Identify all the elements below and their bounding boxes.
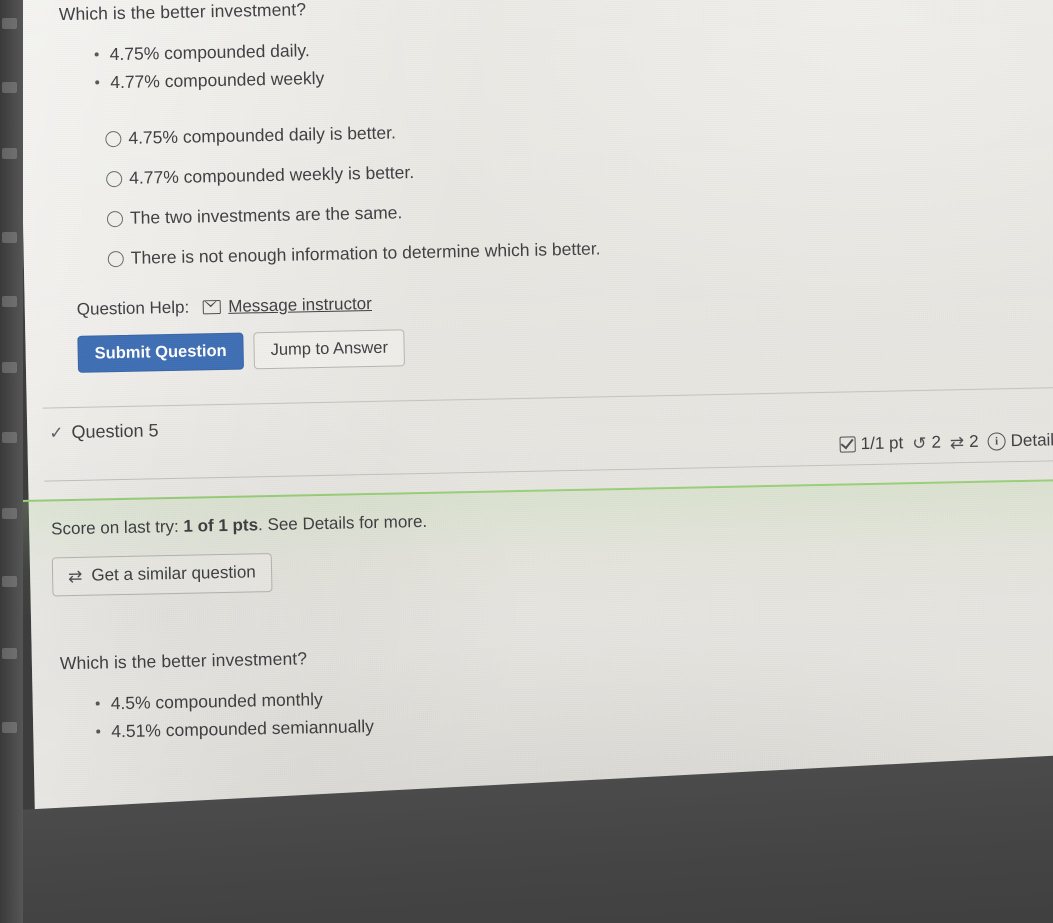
radio-circle-icon[interactable] <box>106 210 124 228</box>
quiz-page: Which is the better investment? 4.75% co… <box>18 0 1053 872</box>
attempts-count: 2 <box>931 433 942 453</box>
undo-arrow-icon: ↺ <box>912 433 927 454</box>
question-5-block: ✓ Question 5 1/1 pt ↺ 2 ⇄ 2 i Details Sc… <box>20 387 1053 747</box>
score-on-last-try: Score on last try: 1 of 1 pts. See Detai… <box>51 499 1053 540</box>
question-5-prompt: Which is the better investment? <box>59 648 308 674</box>
radio-option-4[interactable]: There is not enough information to deter… <box>64 229 1053 270</box>
score-suffix: . See Details for more. <box>257 512 428 535</box>
screen-photo: Which is the better investment? 4.75% co… <box>0 0 1053 923</box>
sidebar-ghost-icon <box>2 576 17 587</box>
radio-option-1[interactable]: 4.75% compounded daily is better. <box>61 109 1053 150</box>
sidebar-ghost-icon <box>2 432 17 443</box>
points-badge: 1/1 pt <box>839 433 904 455</box>
sidebar-ghost-icon <box>2 232 17 243</box>
sidebar-ghost-icon <box>2 82 17 93</box>
retries-badge: ⇄ 2 <box>950 432 979 453</box>
checked-box-icon <box>839 436 856 454</box>
retries-count: 2 <box>968 432 979 452</box>
sidebar-ghost-icon <box>2 296 17 307</box>
score-value: 1 of 1 pts <box>183 515 259 537</box>
question-5-body: Which is the better investment? 4.5% com… <box>48 632 1053 747</box>
get-similar-question-label: Get a similar question <box>91 562 256 586</box>
get-similar-question-button[interactable]: ⇄ Get a similar question <box>51 553 273 597</box>
check-icon: ✓ <box>49 423 64 443</box>
radio-option-label: The two investments are the same. <box>129 202 403 229</box>
question-5-title-group: ✓ Question 5 <box>49 421 159 444</box>
attempts-badge: ↺ 2 <box>912 433 941 454</box>
question-top-block: Which is the better investment? 4.75% co… <box>59 0 1053 374</box>
radio-option-2[interactable]: 4.77% compounded weekly is better. <box>62 149 1053 190</box>
envelope-icon <box>203 300 222 315</box>
radio-option-label: There is not enough information to deter… <box>130 238 601 269</box>
details-link[interactable]: i Details <box>987 431 1053 453</box>
question-help-label: Question Help: <box>76 297 190 320</box>
info-circle-icon: i <box>987 432 1006 452</box>
swap-arrows-icon: ⇄ <box>949 433 965 453</box>
radio-option-label: 4.77% compounded weekly is better. <box>128 162 415 189</box>
points-label: 1/1 pt <box>860 433 904 454</box>
sidebar-ghost-icon <box>2 362 17 373</box>
radio-circle-icon[interactable] <box>105 130 122 148</box>
message-instructor-label: Message instructor <box>228 294 372 317</box>
collapsed-sidebar-strip[interactable] <box>0 0 23 923</box>
question-actions: Submit Question Jump to Answer <box>65 316 1053 374</box>
question-5-title: Question 5 <box>71 420 159 443</box>
sidebar-ghost-icon <box>2 648 17 659</box>
message-instructor-link[interactable]: Message instructor <box>203 294 372 317</box>
submit-question-button[interactable]: Submit Question <box>77 332 245 374</box>
question-prompt: Which is the better investment? <box>58 0 307 25</box>
jump-to-answer-button[interactable]: Jump to Answer <box>253 329 406 370</box>
sidebar-ghost-icon <box>2 18 17 29</box>
score-prefix: Score on last try: <box>51 517 184 539</box>
radio-option-label: 4.75% compounded daily is better. <box>128 122 397 149</box>
radio-circle-icon[interactable] <box>107 250 124 268</box>
score-banner: Score on last try: 1 of 1 pts. See Detai… <box>20 479 1053 618</box>
question-5-meta: 1/1 pt ↺ 2 ⇄ 2 i Details <box>839 402 1053 455</box>
question-5-given-rates: 4.5% compounded monthly 4.51% compounded… <box>60 670 1053 747</box>
details-label: Details <box>1010 430 1053 451</box>
radio-circle-icon[interactable] <box>106 170 123 188</box>
radio-option-3[interactable]: The two investments are the same. <box>63 189 1053 230</box>
swap-arrows-icon: ⇄ <box>67 566 83 587</box>
sidebar-ghost-icon <box>2 148 17 159</box>
question-help-row: Question Help: Message instructor <box>65 280 1053 320</box>
sidebar-ghost-icon <box>2 722 17 733</box>
question-5-header: ✓ Question 5 1/1 pt ↺ 2 ⇄ 2 i Details <box>43 388 1053 471</box>
given-rates-list: 4.75% compounded daily. 4.77% compounded… <box>59 21 1053 98</box>
answer-choices: 4.75% compounded daily is better. 4.77% … <box>61 109 1053 270</box>
sidebar-ghost-icon <box>2 508 17 519</box>
